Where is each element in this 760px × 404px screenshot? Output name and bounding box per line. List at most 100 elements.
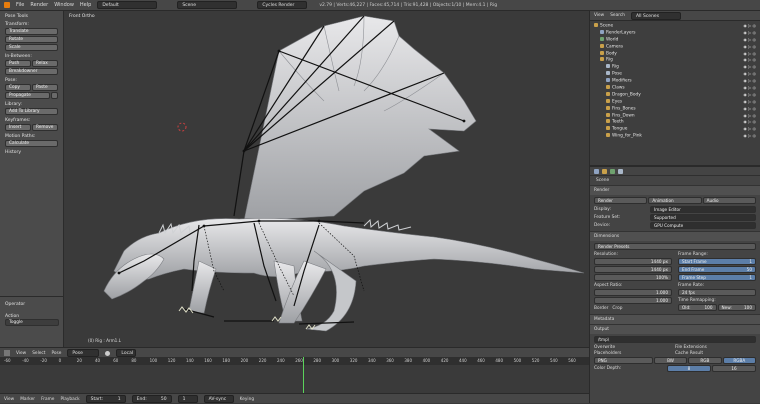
file-format-dropdown[interactable]: PNG — [594, 357, 653, 364]
outliner-item[interactable]: Rig ◉ ▷ ◎ — [594, 57, 760, 64]
feature-set-dropdown[interactable]: Supported — [650, 214, 756, 221]
layout-dropdown[interactable]: Default — [97, 1, 158, 9]
timeline-marker-menu[interactable]: Marker — [20, 397, 35, 402]
crop-checkbox[interactable]: Crop — [612, 306, 622, 311]
border-checkbox[interactable]: Border — [594, 306, 608, 311]
old-field[interactable]: Old: 100 — [678, 304, 717, 311]
visibility-icon[interactable]: ◉ ▷ ◎ — [743, 85, 756, 92]
device-dropdown[interactable]: GPU Compute — [650, 222, 756, 229]
display-dropdown[interactable]: Image Editor — [650, 206, 756, 213]
outliner-item[interactable]: Body ◉ ▷ ◎ — [594, 50, 760, 58]
end-frame-field[interactable]: End Frame 50 — [678, 266, 756, 273]
start-frame-field[interactable]: Start Frame 1 — [678, 258, 756, 265]
paste-button[interactable]: Paste — [32, 84, 58, 91]
sync-dropdown[interactable]: AV-sync — [203, 395, 234, 403]
current-frame-indicator[interactable] — [303, 357, 304, 393]
visibility-icon[interactable]: ◉ ▷ ◎ — [743, 23, 756, 30]
scene-dropdown[interactable]: Scene — [177, 1, 238, 9]
frame-step-field[interactable]: Frame Step 1 — [678, 274, 756, 281]
visibility-icon[interactable]: ◉ ▷ ◎ — [743, 99, 756, 106]
dragon-model[interactable] — [64, 11, 589, 347]
timeline-frame-menu[interactable]: Frame — [41, 397, 54, 402]
visibility-icon[interactable]: ◉ ▷ ◎ — [743, 92, 756, 99]
visibility-icon[interactable]: ◉ ▷ ◎ — [743, 44, 756, 51]
audio-button[interactable]: Audio — [702, 197, 756, 204]
frame-ruler[interactable]: -60 -40 -20 0 20 40 60 80 100 120 140 160 180 200 220 2… — [0, 357, 589, 365]
view-menu[interactable]: View — [16, 351, 26, 356]
menu-window[interactable]: Window — [54, 2, 74, 8]
visibility-icon[interactable]: ◉ ▷ ◎ — [743, 64, 756, 71]
outliner-item[interactable]: RenderLayers ◉ ▷ ◎ — [594, 29, 760, 37]
bw-button[interactable]: BW — [653, 357, 688, 364]
visibility-icon[interactable]: ◉ ▷ ◎ — [743, 57, 756, 64]
editor-type-icon[interactable] — [4, 350, 10, 356]
history-header[interactable]: History — [5, 150, 63, 155]
resolution-x-field[interactable]: 1440 px — [594, 258, 672, 265]
animation-button[interactable]: Animation — [648, 197, 702, 204]
world-tab-icon[interactable] — [610, 168, 615, 174]
outliner-item[interactable]: Modifiers ◉ ▷ ◎ — [594, 78, 760, 85]
propagate-button[interactable]: Propagate — [5, 92, 50, 99]
copy-button[interactable]: Copy — [5, 84, 31, 91]
overwrite-checkbox[interactable]: Overwrite — [594, 345, 675, 350]
outliner-item[interactable]: Teeth ◉ ▷ ◎ — [594, 119, 760, 126]
render-panel-header[interactable]: Render — [590, 185, 760, 195]
visibility-icon[interactable]: ◉ ▷ ◎ — [743, 106, 756, 113]
outliner-item[interactable]: Pose ◉ ▷ ◎ — [594, 71, 760, 78]
scale-button[interactable]: Scale — [5, 44, 58, 51]
resolution-percent-field[interactable]: 100% — [594, 274, 672, 281]
rgb-button[interactable]: RGB — [688, 357, 722, 364]
visibility-icon[interactable]: ◉ ▷ ◎ — [743, 113, 756, 120]
end-frame-input[interactable]: End: 50 — [131, 395, 172, 403]
outliner-item[interactable]: Eyes ◉ ▷ ◎ — [594, 98, 760, 106]
start-frame-input[interactable]: Start: 1 — [85, 395, 126, 403]
render-tab-icon[interactable] — [594, 168, 599, 174]
operator-header[interactable]: Operator — [5, 302, 25, 307]
scene-tab-icon[interactable] — [602, 168, 607, 174]
new-field[interactable]: New: 100 — [717, 304, 756, 311]
action-toggle-field[interactable]: Toggle — [5, 319, 59, 326]
properties-panel[interactable]: Scene Render Render Animation Audio Disp… — [589, 165, 760, 403]
breakdowner-button[interactable]: Breakdowner — [5, 68, 58, 75]
outliner-panel[interactable]: View Search All Scenes Scene ◉ ▷ ◎ RenderL… — [589, 11, 760, 165]
cache-result-checkbox[interactable]: Cache Result — [675, 351, 756, 356]
menu-render[interactable]: Render — [30, 2, 48, 8]
file-extensions-checkbox[interactable]: File Extensions — [675, 345, 756, 350]
relax-button[interactable]: Relax — [32, 60, 58, 67]
outliner-item[interactable]: Dragon_Body ◉ ▷ ◎ — [594, 91, 760, 99]
dimensions-panel-header[interactable]: Dimensions — [590, 231, 760, 241]
outliner-item[interactable]: Rig ◉ ▷ ◎ — [594, 64, 760, 71]
insert-keyframe-button[interactable]: Insert — [5, 124, 31, 131]
outliner-item[interactable]: Camera ◉ ▷ ◎ — [594, 43, 760, 51]
resolution-y-field[interactable]: 1440 px — [594, 266, 672, 273]
object-tab-icon[interactable] — [618, 168, 623, 174]
blender-logo-icon[interactable] — [4, 2, 10, 8]
timeline[interactable]: -60 -40 -20 0 20 40 60 80 100 120 140 160 180 200 220 2… — [0, 357, 589, 393]
current-frame-input[interactable]: 1 — [177, 395, 198, 403]
timeline-view-menu[interactable]: View — [4, 397, 14, 402]
visibility-icon[interactable]: ◉ ▷ ◎ — [743, 30, 756, 37]
outliner-view-menu[interactable]: View — [594, 13, 604, 18]
3d-viewport[interactable]: Front Ortho (0) Rig: Arm1.L — [64, 11, 589, 347]
add-to-library-button[interactable]: Add To Library — [5, 108, 58, 115]
menu-file[interactable]: File — [16, 2, 24, 8]
pose-menu[interactable]: Pose — [51, 351, 61, 356]
visibility-icon[interactable]: ◉ ▷ ◎ — [743, 133, 756, 140]
render-button[interactable]: Render — [594, 197, 648, 204]
output-panel-header[interactable]: Output — [590, 324, 760, 334]
menu-help[interactable]: Help — [80, 2, 91, 8]
outliner-item[interactable]: Claws ◉ ▷ ◎ — [594, 85, 760, 92]
visibility-icon[interactable]: ◉ ▷ ◎ — [743, 126, 756, 133]
visibility-icon[interactable]: ◉ ▷ ◎ — [743, 37, 756, 44]
outliner-item[interactable]: Scene ◉ ▷ ◎ — [594, 23, 760, 30]
rgba-button[interactable]: RGBA — [722, 357, 757, 364]
select-menu[interactable]: Select — [32, 351, 45, 356]
translate-button[interactable]: Translate — [5, 28, 58, 35]
visibility-icon[interactable]: ◉ ▷ ◎ — [743, 119, 756, 126]
outliner-item[interactable]: Wing_for_Pink ◉ ▷ ◎ — [594, 133, 760, 140]
fps-dropdown[interactable]: 24 fps — [678, 289, 756, 296]
output-path-field[interactable]: /tmp\ — [594, 336, 756, 343]
push-button[interactable]: Push — [5, 60, 31, 67]
shading-icon[interactable] — [105, 350, 111, 356]
depth-8-button[interactable]: 8 — [667, 365, 711, 372]
